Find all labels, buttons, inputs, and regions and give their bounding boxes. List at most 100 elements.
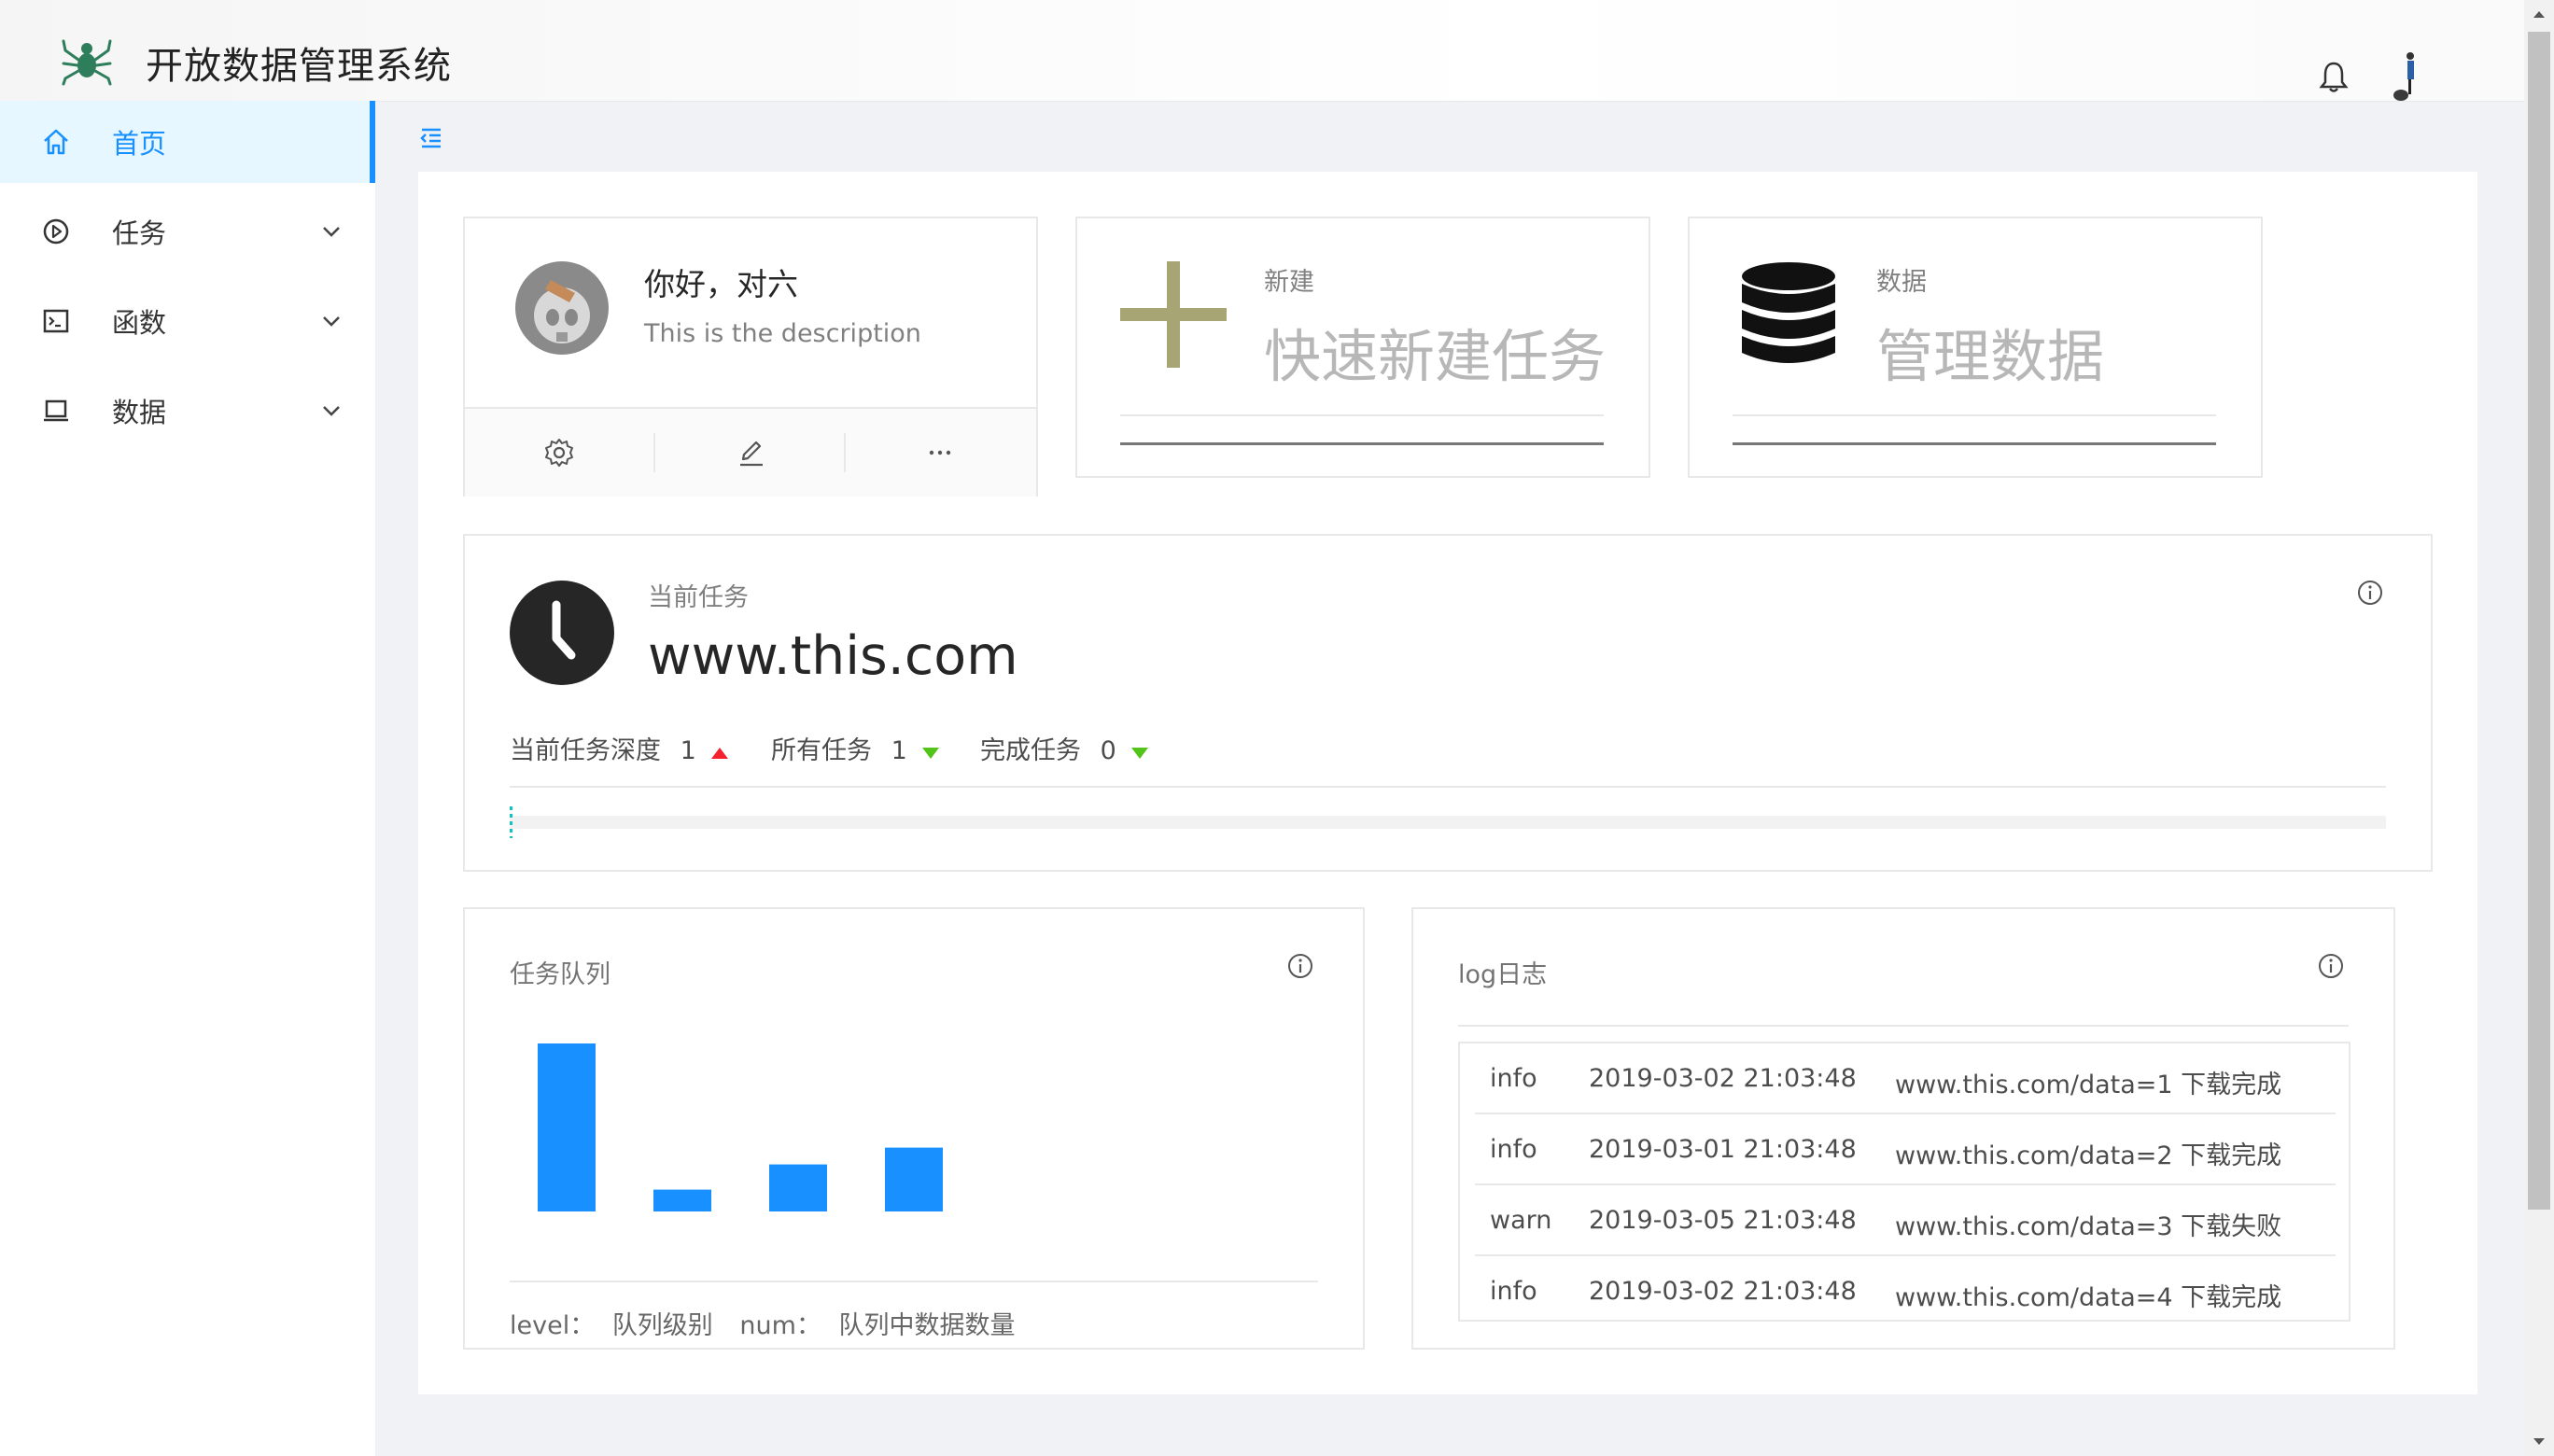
info-circle-icon[interactable] [1286,952,1314,980]
sidebar-item-home[interactable]: 首页 [0,101,375,183]
action-divider [844,433,846,472]
app-header: 开放数据管理系统 [0,0,2524,102]
scrollbar-thumb[interactable] [2528,32,2550,1210]
database-icon [1742,262,1835,363]
log-row[interactable]: warn 2019-03-05 21:03:48 www.this.com/da… [1475,1185,2336,1256]
profile-greeting: 你好，对六 [644,266,798,302]
laptop-icon [44,399,68,422]
current-task-url: www.this.com [648,625,1018,687]
divider [1120,414,1604,416]
divider [1733,442,2216,445]
divider [1458,1025,2349,1027]
info-circle-icon[interactable] [2356,579,2384,607]
chart-bar [653,1189,711,1211]
app-title: 开放数据管理系统 [146,45,452,88]
ellipsis-icon[interactable] [924,437,956,469]
user-avatar[interactable] [2390,50,2427,103]
log-message: www.this.com/data=2 下载完成 [1895,1141,2282,1170]
manage-data-title: 管理数据 [1876,324,2105,390]
stat-all-tasks: 所有任务 1 [771,730,940,766]
log-list: info 2019-03-02 21:03:48 www.this.com/da… [1458,1042,2351,1322]
profile-avatar[interactable] [515,261,609,355]
quick-new-title: 快速新建任务 [1264,324,1607,390]
info-circle-icon[interactable] [2317,952,2345,980]
sidebar-item-label: 首页 [112,128,167,160]
play-circle-icon [43,218,69,245]
stat-value: 1 [891,736,907,765]
log-row[interactable]: info 2019-03-01 21:03:48 www.this.com/da… [1475,1114,2336,1185]
profile-actions [465,407,1036,497]
log-card: log日志 info 2019-03-02 21:03:48 www.this.… [1411,907,2395,1350]
task-progress-bar [510,816,2386,829]
log-time: 2019-03-02 21:03:48 [1589,1064,1857,1093]
chevron-down-icon [323,316,340,327]
chart-legend: level： 队列级别 num： 队列中数据数量 [510,1305,1016,1341]
sidebar-item-label: 函数 [112,307,167,339]
log-time: 2019-03-01 21:03:48 [1589,1135,1857,1164]
edit-icon[interactable] [736,437,767,469]
caret-up-icon [711,748,729,759]
manage-data-label: 数据 [1876,268,1927,297]
log-message: www.this.com/data=4 下载完成 [1895,1283,2282,1312]
current-task-card: 当前任务 www.this.com 当前任务深度 1 所有任务 1 完成任务 0 [463,534,2433,872]
clock-icon [510,581,614,685]
progress-marker [510,806,512,838]
task-queue-chart [538,1043,943,1211]
stat-depth: 当前任务深度 1 [510,730,729,766]
setting-icon[interactable] [543,437,575,469]
log-message: www.this.com/data=3 下载失败 [1895,1212,2282,1241]
menu-fold-icon[interactable] [418,125,444,151]
action-divider [653,433,655,472]
task-queue-card: 任务队列 level： 队列级别 num： 队列中数据数量 [463,907,1365,1350]
chart-bar [769,1164,827,1211]
log-time: 2019-03-05 21:03:48 [1589,1206,1857,1235]
log-message: www.this.com/data=1 下载完成 [1895,1071,2282,1099]
divider [1733,414,2216,416]
sidebar-item-tasks[interactable]: 任务 [0,190,375,273]
divider [510,786,2386,788]
current-task-label: 当前任务 [648,583,749,612]
quick-new-label: 新建 [1264,268,1314,297]
caret-down-icon [922,748,940,759]
sidebar-item-label: 数据 [112,397,167,428]
stat-label: 完成任务 [980,736,1081,765]
vertical-scrollbar[interactable] [2524,0,2554,1456]
home-icon [44,129,68,155]
divider [510,1281,1318,1282]
quick-new-task-card[interactable]: 新建 快速新建任务 [1075,217,1650,478]
sidebar-item-functions[interactable]: 函数 [0,280,375,362]
spider-logo-icon[interactable] [60,34,114,86]
log-row[interactable]: info 2019-03-02 21:03:48 www.this.com/da… [1475,1256,2336,1320]
legend-num-key: num： [739,1311,821,1340]
main-content: 你好，对六 This is the description 新建 快速新建任务 [418,172,2477,1394]
log-level: warn [1490,1206,1552,1235]
sidebar: 首页 任务 函数 数据 [0,101,375,1456]
stat-label: 所有任务 [771,736,872,765]
profile-description: This is the description [644,319,921,348]
chart-bar [885,1147,943,1211]
caret-down-icon [1131,748,1149,759]
legend-level-value: 队列级别 [611,1311,713,1340]
sidebar-item-label: 任务 [112,217,167,249]
scroll-down-arrow-icon[interactable] [2524,1426,2554,1456]
stat-value: 0 [1100,736,1116,765]
code-icon [43,309,69,333]
chart-bar [538,1043,596,1211]
bell-icon[interactable] [2319,60,2349,93]
scroll-up-arrow-icon[interactable] [2524,0,2554,30]
divider [1120,442,1604,445]
sidebar-item-data[interactable]: 数据 [0,370,375,452]
chevron-down-icon [323,406,340,416]
log-title: log日志 [1458,960,1548,989]
log-time: 2019-03-02 21:03:48 [1589,1277,1857,1306]
task-queue-title: 任务队列 [510,960,610,989]
log-row[interactable]: info 2019-03-02 21:03:48 www.this.com/da… [1475,1043,2336,1114]
log-level: info [1490,1135,1537,1164]
profile-card: 你好，对六 This is the description [463,217,1038,497]
stat-done-tasks: 完成任务 0 [980,730,1149,766]
log-level: info [1490,1277,1537,1306]
plus-icon [1120,261,1227,368]
manage-data-card[interactable]: 数据 管理数据 [1688,217,2263,478]
stat-value: 1 [680,736,696,765]
stat-label: 当前任务深度 [510,736,661,765]
